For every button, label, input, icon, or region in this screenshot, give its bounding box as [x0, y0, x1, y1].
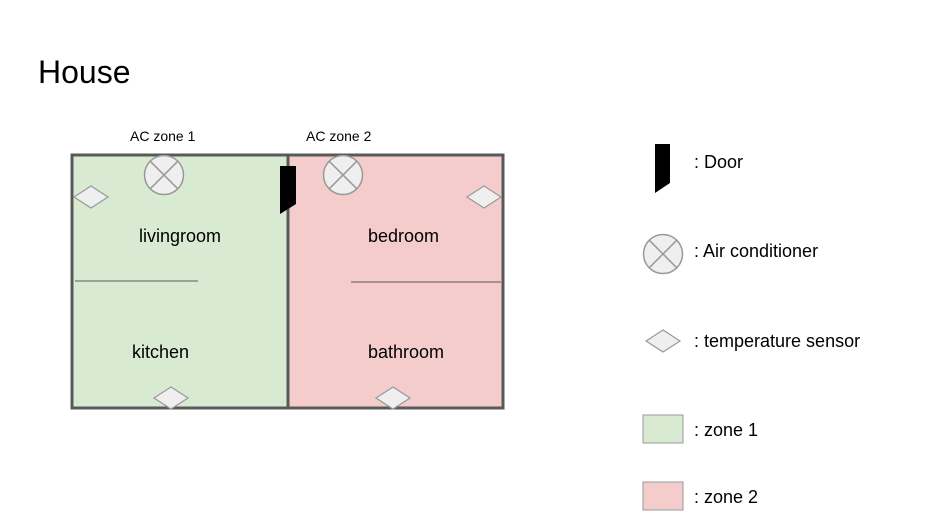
room-label-bedroom: bedroom: [368, 226, 439, 246]
legend-temperature-sensor-label: : temperature sensor: [694, 331, 860, 351]
air-conditioner-icon: [322, 154, 364, 196]
legend-air-conditioner-icon: [642, 233, 684, 275]
room-label-kitchen: kitchen: [132, 342, 189, 362]
legend-zone2-swatch: [642, 481, 684, 511]
legend-door-icon: [655, 144, 670, 193]
air-conditioner-icon: [143, 154, 185, 196]
room-label-livingroom: livingroom: [139, 226, 221, 246]
legend-door-label: : Door: [694, 152, 743, 172]
ac-zone1-label: AC zone 1: [130, 128, 196, 144]
floor-plan: AC zone 1 AC zone 2 livingroom kitchen b…: [70, 128, 860, 511]
legend-air-conditioner-label: : Air conditioner: [694, 241, 818, 261]
legend-zone1-label: : zone 1: [694, 420, 758, 440]
room-label-bathroom: bathroom: [368, 342, 444, 362]
legend-zone1-swatch: [642, 414, 684, 444]
legend-zone2-label: : zone 2: [694, 487, 758, 507]
legend-temperature-sensor-icon: [644, 329, 682, 353]
ac-zone2-label: AC zone 2: [306, 128, 372, 144]
